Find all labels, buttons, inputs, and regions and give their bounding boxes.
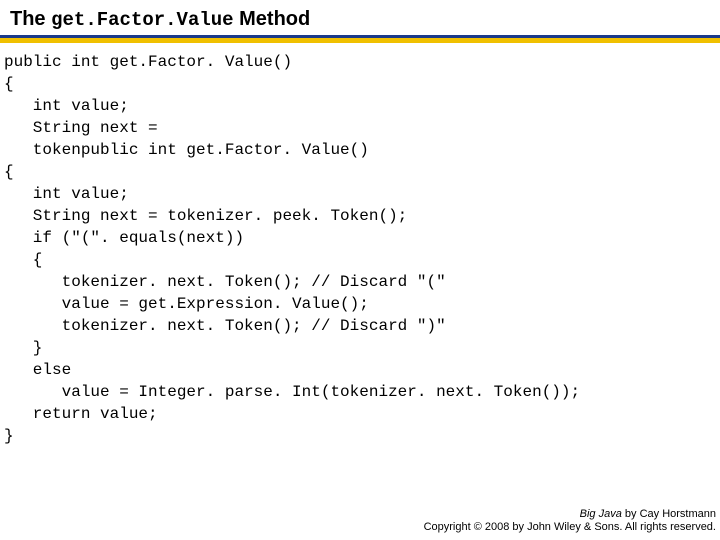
title-code: get.Factor.Value xyxy=(51,9,233,31)
code-block: public int get.Factor. Value() { int val… xyxy=(0,43,720,447)
footer-line1: Big Java by Cay Horstmann xyxy=(424,508,716,521)
footer-author: by Cay Horstmann xyxy=(622,508,716,520)
title-suffix: Method xyxy=(234,8,311,30)
footer: Big Java by Cay Horstmann Copyright © 20… xyxy=(424,508,716,534)
slide-title: The get.Factor.Value Method xyxy=(0,0,720,35)
book-title: Big Java xyxy=(580,508,622,520)
title-prefix: The xyxy=(10,8,51,30)
footer-line2: Copyright © 2008 by John Wiley & Sons. A… xyxy=(424,521,716,534)
